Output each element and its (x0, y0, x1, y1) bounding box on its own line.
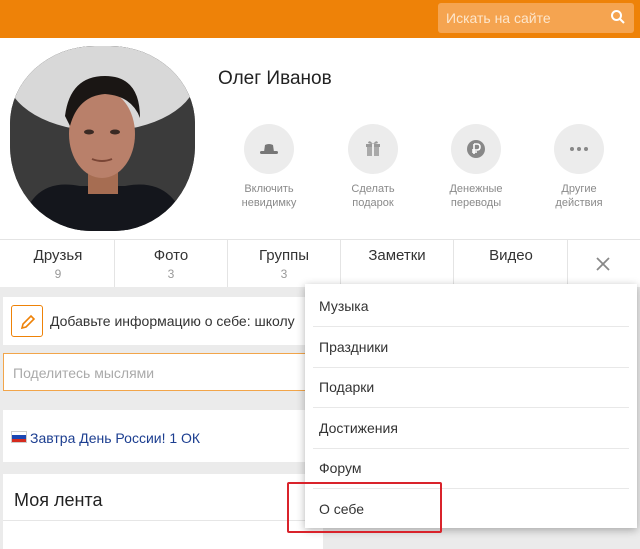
tab-photo-label: Фото (153, 247, 189, 264)
russia-flag-icon (11, 431, 27, 443)
menu-item-achievements[interactable]: Достижения (305, 408, 637, 448)
other-label-2: действия (555, 197, 603, 209)
hat-icon (244, 124, 294, 174)
highlight-box (287, 482, 442, 533)
pencil-icon[interactable] (11, 305, 43, 337)
other-actions-button[interactable]: Другие действия (537, 124, 621, 210)
avatar[interactable] (10, 46, 195, 231)
search-placeholder: Искать на сайте (446, 10, 551, 26)
top-bar: Искать на сайте (0, 0, 640, 38)
gift-label-2: подарок (352, 197, 394, 209)
tab-video[interactable]: Видео (455, 240, 568, 287)
feed-title: Моя лента (14, 490, 103, 510)
menu-item-forum-label: Форум (319, 460, 362, 476)
menu-item-music[interactable]: Музыка (305, 286, 637, 326)
tab-notes[interactable]: Заметки (341, 240, 454, 287)
add-info-text: Добавьте информацию о себе: школу (50, 313, 295, 329)
menu-item-achievements-label: Достижения (319, 420, 398, 436)
more-dots-icon (554, 124, 604, 174)
profile-tabs: Друзья 9 Фото 3 Группы 3 Заметки Видео (0, 239, 640, 287)
tab-groups-count: 3 (280, 267, 288, 281)
news-banner: Завтра День России! 1 ОК (3, 410, 323, 462)
tab-friends[interactable]: Друзья 9 (2, 240, 115, 287)
gift-label-1: Сделать (351, 183, 395, 195)
tab-groups-label: Группы (259, 247, 309, 264)
divider (3, 520, 323, 521)
gift-icon (348, 124, 398, 174)
invisible-label-1: Включить (244, 183, 294, 195)
news-link[interactable]: Завтра День России! 1 ОК (30, 430, 200, 446)
menu-item-gifts[interactable]: Подарки (305, 367, 637, 407)
user-name[interactable]: Олег Иванов (218, 68, 332, 90)
share-thoughts-input[interactable]: Поделитесь мыслями (3, 353, 323, 391)
money-transfer-button[interactable]: Денежные переводы (434, 124, 518, 210)
tab-friends-count: 9 (54, 267, 62, 281)
tab-groups[interactable]: Группы 3 (228, 240, 341, 287)
tab-video-label: Видео (489, 247, 533, 264)
ruble-icon (451, 124, 501, 174)
invisible-label-2: невидимку (241, 197, 297, 209)
search-input[interactable]: Искать на сайте (438, 3, 634, 33)
menu-item-gifts-label: Подарки (319, 379, 375, 395)
tab-friends-label: Друзья (33, 247, 83, 264)
tab-notes-label: Заметки (368, 247, 426, 264)
money-label-1: Денежные (449, 183, 503, 195)
search-icon[interactable] (610, 9, 626, 25)
add-info-prompt[interactable]: Добавьте информацию о себе: школу (3, 297, 323, 345)
menu-item-holidays[interactable]: Праздники (305, 327, 637, 367)
share-thoughts-placeholder: Поделитесь мыслями (13, 365, 155, 381)
menu-item-holidays-label: Праздники (319, 339, 389, 355)
invisible-mode-button[interactable]: Включить невидимку (227, 124, 311, 210)
my-feed: Моя лента (3, 474, 323, 549)
profile-card: Олег Иванов Включить невидимку Сделать под… (0, 38, 640, 239)
tab-photo-count: 3 (167, 267, 175, 281)
close-icon[interactable] (594, 255, 612, 273)
other-label-1: Другие (561, 183, 597, 195)
menu-item-music-label: Музыка (319, 298, 369, 314)
money-label-2: переводы (450, 197, 502, 209)
tab-photo[interactable]: Фото 3 (115, 240, 228, 287)
make-gift-button[interactable]: Сделать подарок (331, 124, 415, 210)
